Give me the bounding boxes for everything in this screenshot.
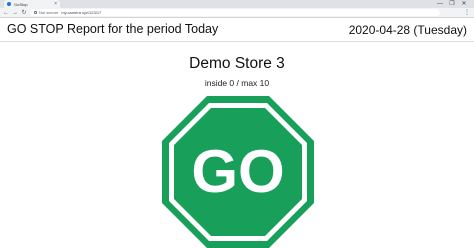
sign-label: GO [191, 138, 284, 205]
url-text: my.camera.xyz/123/17 [61, 10, 102, 15]
report-date: 2020-04-28 (Tuesday) [348, 23, 467, 37]
occupancy-count: inside 0 / max 10 [204, 78, 270, 88]
tab-close-icon[interactable]: × [54, 1, 57, 7]
store-name: Demo Store 3 [189, 55, 285, 72]
url-input[interactable]: Not secure my.camera.xyz/123/17 [30, 9, 440, 16]
minimize-icon[interactable]: — [434, 0, 446, 8]
favicon-icon [7, 2, 11, 6]
security-label: Not secure [39, 10, 59, 15]
report-header: GO STOP Report for the period Today 2020… [0, 19, 474, 42]
report-title: GO STOP Report for the period Today [7, 22, 219, 36]
close-window-icon[interactable]: ✕ [458, 0, 470, 8]
browser-menu-icon[interactable]: ⋮ [464, 9, 470, 17]
browser-tab[interactable]: GoStop × [4, 0, 60, 8]
maximize-icon[interactable]: ❐ [446, 0, 458, 8]
forward-icon[interactable]: → [11, 9, 19, 17]
browser-tab-bar: GoStop × — ❐ ✕ [0, 0, 474, 8]
browser-address-bar: ← → ↻ Not secure my.camera.xyz/123/17 ⋮ [0, 8, 474, 18]
tab-title: GoStop [14, 1, 28, 7]
back-icon[interactable]: ← [2, 9, 10, 17]
reload-icon[interactable]: ↻ [20, 9, 28, 17]
go-sign: GO [162, 96, 314, 248]
window-controls: — ❐ ✕ [434, 0, 470, 8]
info-icon[interactable] [34, 11, 37, 14]
